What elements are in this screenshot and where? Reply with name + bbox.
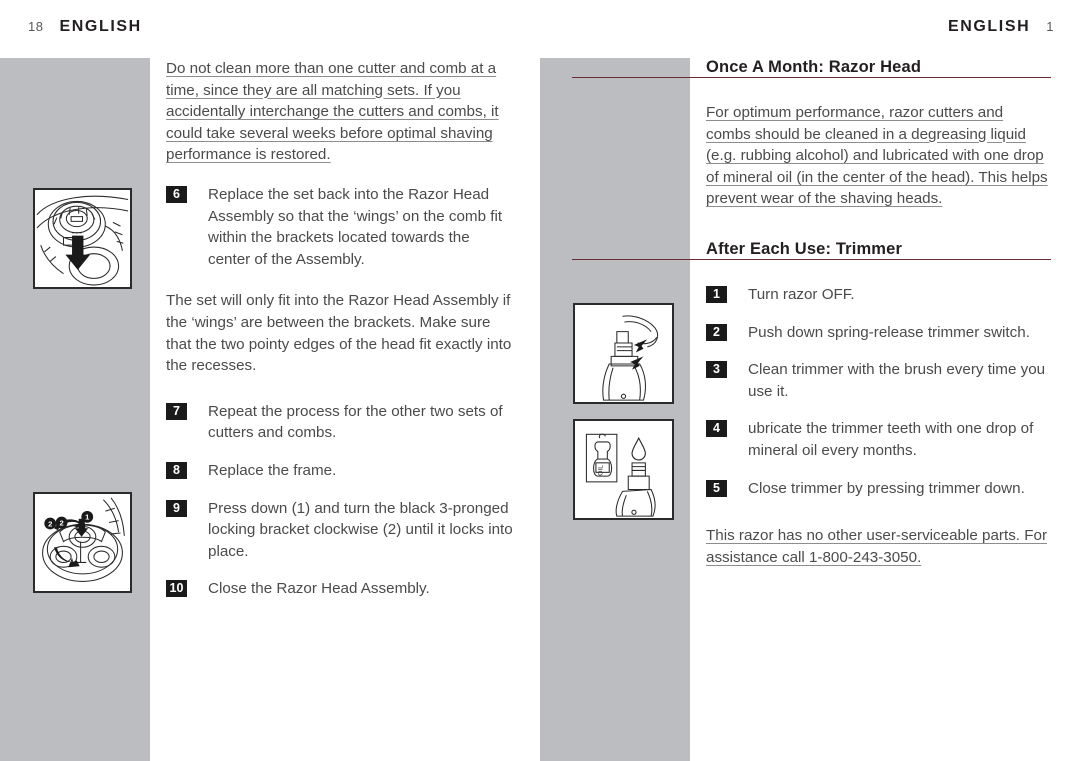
right-gray-band	[540, 58, 690, 761]
step-number-badge: 2	[706, 323, 727, 341]
step-text: Turn razor OFF.	[748, 285, 855, 303]
left-page-number: 18	[28, 19, 44, 34]
left-intro-note: Do not clean more than one cutter and co…	[166, 60, 499, 164]
service-footer-note: This razor has no other user-serviceable…	[706, 527, 1048, 566]
step-number-badge: 9	[166, 499, 187, 517]
razor-head-cutter-insert-illustration	[33, 188, 132, 289]
step-item: 8 Replace the frame.	[166, 460, 514, 482]
step-text: ubricate the trimmer teeth with one drop…	[748, 420, 1034, 459]
step-text: Close trimmer by pressing trimmer down.	[748, 479, 1025, 497]
right-running-head-title: ENGLISH	[947, 18, 1031, 35]
section-rule	[572, 77, 1051, 79]
step-item: 10 Close the Razor Head Assembly.	[166, 578, 514, 600]
once-a-month-body: For optimum performance, razor cutters a…	[706, 104, 1048, 208]
step-number-badge: 6	[166, 185, 187, 203]
right-running-head: ENGLISH 1	[948, 18, 1054, 36]
step-number-badge: 10	[166, 580, 187, 598]
trimmer-steps: 1 Turn razor OFF. 2 Push down spring-rel…	[706, 284, 1051, 499]
step-item: 1 Turn razor OFF.	[706, 284, 1051, 306]
step-number-badge: 7	[166, 402, 187, 420]
step-text: Clean trimmer with the brush every time …	[748, 361, 1046, 400]
svg-text:2: 2	[48, 519, 52, 528]
step-number-badge: 3	[706, 361, 727, 379]
step-number-badge: 5	[706, 479, 727, 497]
step-number-badge: 4	[706, 420, 727, 438]
step-text: Press down (1) and turn the black 3-pron…	[208, 499, 513, 560]
left-running-head-title: ENGLISH	[59, 18, 142, 35]
left-text-column: Do not clean more than one cutter and co…	[166, 58, 514, 600]
trimmer-spring-release-illustration	[573, 303, 674, 404]
step-text: Replace the set back into the Razor Head…	[208, 185, 503, 268]
left-gray-band	[0, 58, 150, 761]
right-text-column: Once A Month: Razor Head For optimum per…	[572, 58, 1051, 568]
right-page-number: 1	[1046, 19, 1054, 34]
left-mid-note: The set will only fit into the Razor Hea…	[166, 292, 512, 375]
step-item: 6 Replace the set back into the Razor He…	[166, 184, 514, 270]
step-text: Close the Razor Head Assembly.	[208, 580, 430, 598]
step-item: 4 ubricate the trimmer teeth with one dr…	[706, 418, 1051, 461]
svg-text:2: 2	[59, 518, 63, 527]
step-item: 7 Repeat the process for the other two s…	[166, 401, 514, 444]
trimmer-oil-drop-illustration: OIL	[573, 419, 674, 520]
step-text: Replace the frame.	[208, 461, 337, 479]
locking-bracket-rotate-illustration: 2 2 1	[33, 492, 132, 593]
section-rule	[572, 258, 1051, 261]
left-steps-group-b: 7 Repeat the process for the other two s…	[166, 401, 514, 600]
left-running-head: 18 ENGLISH	[28, 18, 142, 36]
section-heading-after-each-use: After Each Use: Trimmer	[706, 239, 903, 258]
step-item: 9 Press down (1) and turn the black 3-pr…	[166, 498, 514, 563]
step-number-badge: 8	[166, 461, 187, 479]
svg-text:OIL: OIL	[598, 465, 605, 476]
left-steps-group-a: 6 Replace the set back into the Razor He…	[166, 184, 514, 270]
step-text: Repeat the process for the other two set…	[208, 402, 503, 442]
step-item: 3 Clean trimmer with the brush every tim…	[706, 359, 1051, 402]
section-heading-once-a-month: Once A Month: Razor Head	[706, 58, 922, 76]
step-item: 2 Push down spring-release trimmer switc…	[706, 322, 1051, 344]
step-text: Push down spring-release trimmer switch.	[748, 323, 1030, 341]
step-item: 5 Close trimmer by pressing trimmer down…	[706, 478, 1051, 500]
step-number-badge: 1	[706, 285, 727, 303]
